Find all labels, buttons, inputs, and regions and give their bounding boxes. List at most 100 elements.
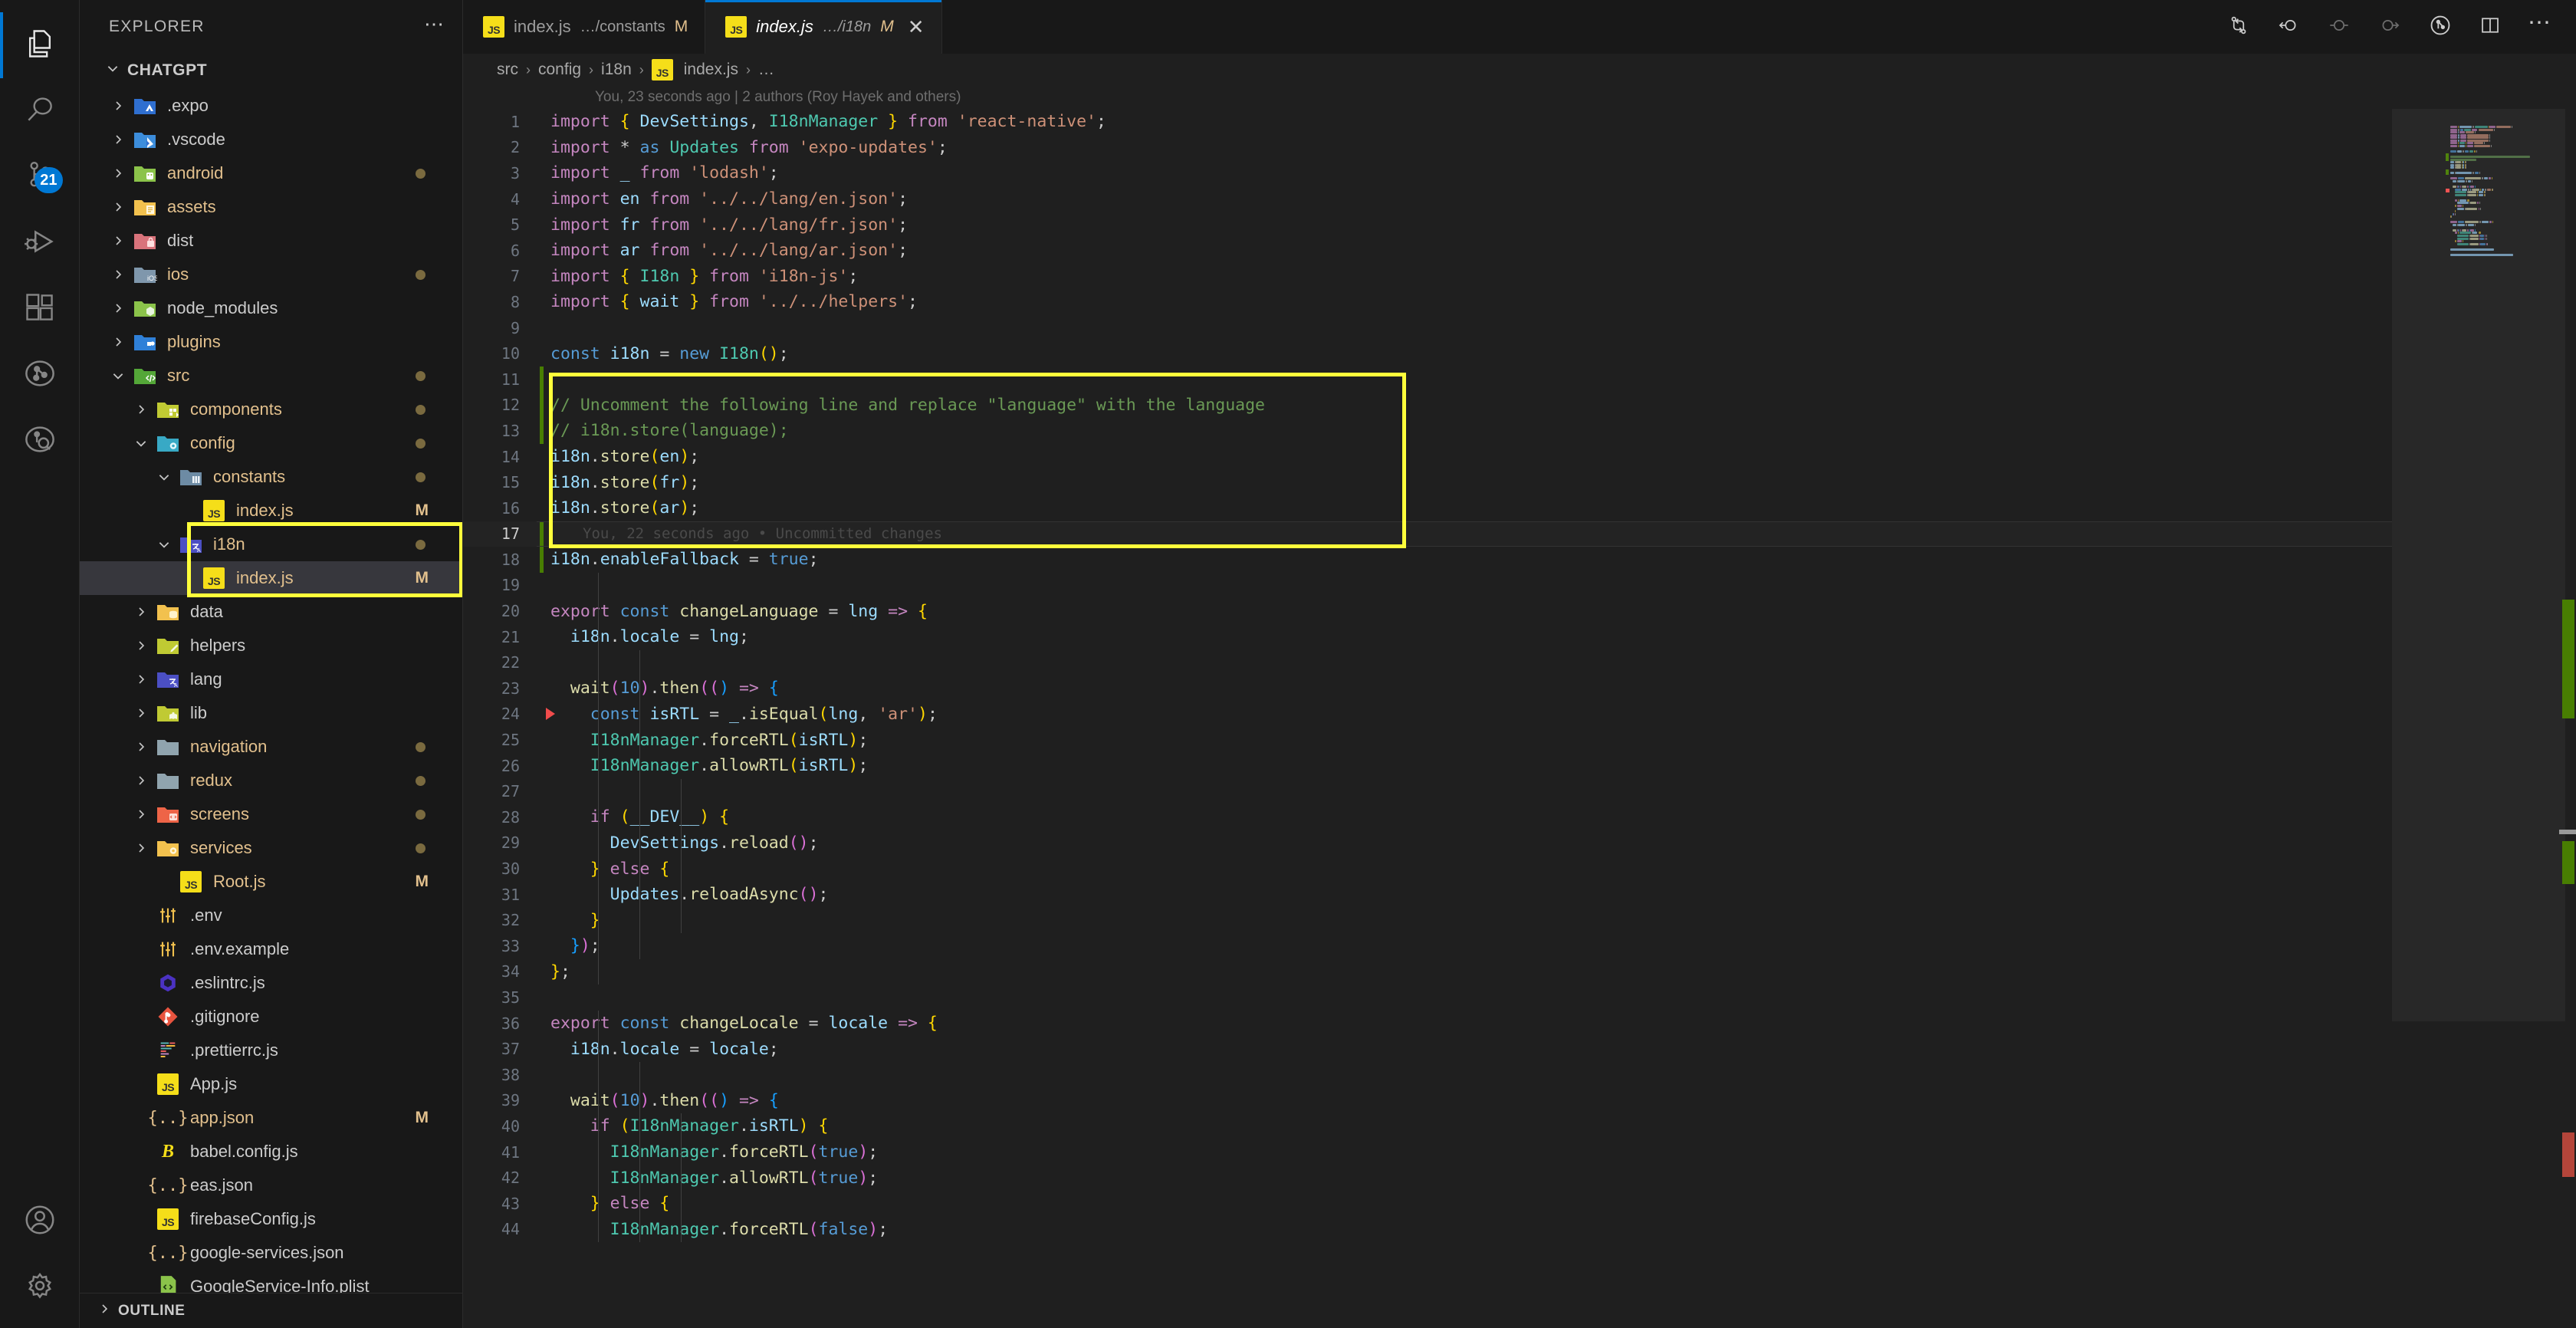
code-line[interactable]: 1 import { DevSettings, I18nManager } fro…: [463, 109, 2392, 135]
code-line[interactable]: 25 I18nManager.forceRTL(isRTL);: [463, 727, 2392, 753]
code-line[interactable]: 38: [463, 1062, 2392, 1088]
tree-folder-plugins[interactable]: plugins: [80, 325, 462, 359]
tree-file--env[interactable]: .env: [80, 899, 462, 932]
code-line[interactable]: 18 i18n.enableFallback = true;: [463, 547, 2392, 573]
workspace-root-row[interactable]: CHATGPT: [80, 54, 462, 87]
code-line[interactable]: 37 i18n.locale = locale;: [463, 1036, 2392, 1062]
close-icon[interactable]: ✕: [908, 17, 925, 37]
tree-folder-node-modules[interactable]: node_modules: [80, 291, 462, 325]
tab-index-js-constants[interactable]: JS index.js …/constants M: [463, 0, 706, 54]
code-editor[interactable]: 1 import { DevSettings, I18nManager } fro…: [463, 109, 2576, 1328]
minimap-slider[interactable]: [2392, 109, 2565, 1021]
go-forward-prev-icon[interactable]: [2327, 13, 2351, 41]
breadcrumb-segment[interactable]: i18n: [601, 61, 632, 79]
tree-file-firebaseconfig-js[interactable]: JS firebaseConfig.js: [80, 1202, 462, 1236]
file-tree[interactable]: .expo .vscode android assets dist iOS ios node_…: [80, 87, 462, 1293]
code-line[interactable]: 34};: [463, 959, 2392, 985]
tree-folder-lib[interactable]: lib: [80, 696, 462, 730]
code-line[interactable]: 41 I18nManager.forceRTL(true);: [463, 1139, 2392, 1165]
code-line[interactable]: 8 import { wait } from '../../helpers';: [463, 289, 2392, 315]
code-line[interactable]: 5 import fr from '../../lang/fr.json';: [463, 212, 2392, 238]
outline-section-header[interactable]: OUTLINE: [80, 1293, 462, 1328]
tree-file--eslintrc-js[interactable]: .eslintrc.js: [80, 966, 462, 1000]
code-content[interactable]: 1 import { DevSettings, I18nManager } fro…: [463, 109, 2392, 1328]
code-line[interactable]: 2 import * as Updates from 'expo-updates'…: [463, 135, 2392, 161]
tree-folder-data[interactable]: data: [80, 595, 462, 629]
code-line[interactable]: 13 // i18n.store(language);: [463, 418, 2392, 444]
tree-folder-screens[interactable]: screens: [80, 797, 462, 831]
code-line[interactable]: 43 } else {: [463, 1191, 2392, 1217]
code-line[interactable]: 15 i18n.store(fr);: [463, 469, 2392, 495]
tree-file--env-example[interactable]: .env.example: [80, 932, 462, 966]
tree-folder-i18n[interactable]: Ai18n: [80, 528, 462, 561]
code-line[interactable]: 35: [463, 984, 2392, 1011]
code-line[interactable]: 20 export const changeLanguage = lng => {: [463, 598, 2392, 624]
tree-folder-src[interactable]: src: [80, 359, 462, 393]
tree-folder-redux[interactable]: redux: [80, 764, 462, 797]
tree-file-googleservice-info-plist[interactable]: GoogleService-Info.plist: [80, 1270, 462, 1293]
tree-folder-components[interactable]: components: [80, 393, 462, 426]
activity-bar-item-run-and-debug[interactable]: [0, 210, 80, 276]
tree-folder--expo[interactable]: .expo: [80, 89, 462, 123]
breakpoint-icon[interactable]: [546, 707, 555, 720]
tree-folder-constants[interactable]: constants: [80, 460, 462, 494]
code-line[interactable]: 30 } else {: [463, 856, 2392, 882]
code-line[interactable]: 14 i18n.store(en);: [463, 444, 2392, 470]
code-line[interactable]: 39 wait(10).then(() => {: [463, 1088, 2392, 1114]
code-line[interactable]: 12 // Uncomment the following line and re…: [463, 392, 2392, 419]
split-in-group-icon[interactable]: [2227, 14, 2250, 41]
code-line[interactable]: 33 });: [463, 933, 2392, 959]
tree-folder-android[interactable]: android: [80, 156, 462, 190]
code-line[interactable]: 36 export const changeLocale = locale => …: [463, 1011, 2392, 1037]
tree-folder--vscode[interactable]: .vscode: [80, 123, 462, 156]
code-line[interactable]: 11: [463, 366, 2392, 393]
code-line[interactable]: 26 I18nManager.allowRTL(isRTL);: [463, 753, 2392, 779]
code-line[interactable]: 16 i18n.store(ar);: [463, 495, 2392, 521]
go-back-icon[interactable]: [2276, 13, 2301, 41]
code-line[interactable]: 42 I18nManager.allowRTL(true);: [463, 1165, 2392, 1191]
code-line[interactable]: 44 I18nManager.forceRTL(false);: [463, 1217, 2392, 1243]
tree-folder-assets[interactable]: assets: [80, 190, 462, 224]
overview-ruler[interactable]: [2559, 109, 2576, 1328]
tree-file--gitignore[interactable]: .gitignore: [80, 1000, 462, 1034]
code-line[interactable]: 27: [463, 778, 2392, 804]
code-line[interactable]: 3 import _ from 'lodash';: [463, 160, 2392, 186]
breadcrumb-segment[interactable]: …: [758, 61, 774, 79]
tree-file-google-services-json[interactable]: {..} google-services.json: [80, 1236, 462, 1270]
tree-folder-config[interactable]: config: [80, 426, 462, 460]
breadcrumb-segment[interactable]: src: [497, 61, 518, 79]
tree-file-index-js[interactable]: JS index.js M: [80, 561, 462, 595]
code-line[interactable]: 6 import ar from '../../lang/ar.json';: [463, 238, 2392, 264]
explorer-more-actions-icon[interactable]: ⋯: [424, 14, 445, 34]
activity-bar-item-explorer[interactable]: [0, 12, 80, 78]
code-line[interactable]: 40 if (I18nManager.isRTL) {: [463, 1113, 2392, 1139]
code-line[interactable]: 4 import en from '../../lang/en.json';: [463, 186, 2392, 212]
tree-folder-dist[interactable]: dist: [80, 224, 462, 258]
code-line[interactable]: 32 }: [463, 907, 2392, 933]
split-editor-icon[interactable]: [2479, 14, 2502, 41]
code-line[interactable]: 28 if (__DEV__) {: [463, 804, 2392, 830]
tree-file-index-js[interactable]: JS index.js M: [80, 494, 462, 528]
code-line[interactable]: 19: [463, 573, 2392, 599]
tree-folder-services[interactable]: services: [80, 831, 462, 865]
tab-index-js-i18n[interactable]: JS index.js …/i18n M ✕: [705, 0, 942, 54]
tree-file-root-js[interactable]: JS Root.js M: [80, 865, 462, 899]
activity-bar-item-remote-explorer[interactable]: [0, 408, 80, 474]
breadcrumb[interactable]: src › config › i18n › JS index.js ›…: [463, 54, 2576, 86]
activity-bar-item-accounts[interactable]: [0, 1188, 80, 1254]
more-actions-icon[interactable]: ⋯: [2528, 12, 2553, 35]
tree-file--prettierrc-js[interactable]: .prettierrc.js: [80, 1034, 462, 1067]
timeline-icon[interactable]: [2428, 13, 2453, 41]
tree-folder-navigation[interactable]: navigation: [80, 730, 462, 764]
code-line[interactable]: 22: [463, 649, 2392, 676]
activity-bar-item-test-explorer[interactable]: [0, 342, 80, 408]
go-forward-next-icon[interactable]: [2377, 13, 2402, 41]
activity-bar-item-source-control[interactable]: 21: [0, 144, 80, 210]
code-line[interactable]: 7 import { I18n } from 'i18n-js';: [463, 264, 2392, 290]
minimap[interactable]: [2392, 109, 2576, 1328]
activity-bar-item-manage[interactable]: [0, 1254, 80, 1320]
tree-folder-ios[interactable]: iOS ios: [80, 258, 462, 291]
code-line[interactable]: 17 You, 22 seconds ago • Uncommitted chan…: [463, 521, 2392, 547]
breadcrumb-segment[interactable]: config: [538, 61, 581, 79]
tree-folder-lang[interactable]: Alang: [80, 662, 462, 696]
